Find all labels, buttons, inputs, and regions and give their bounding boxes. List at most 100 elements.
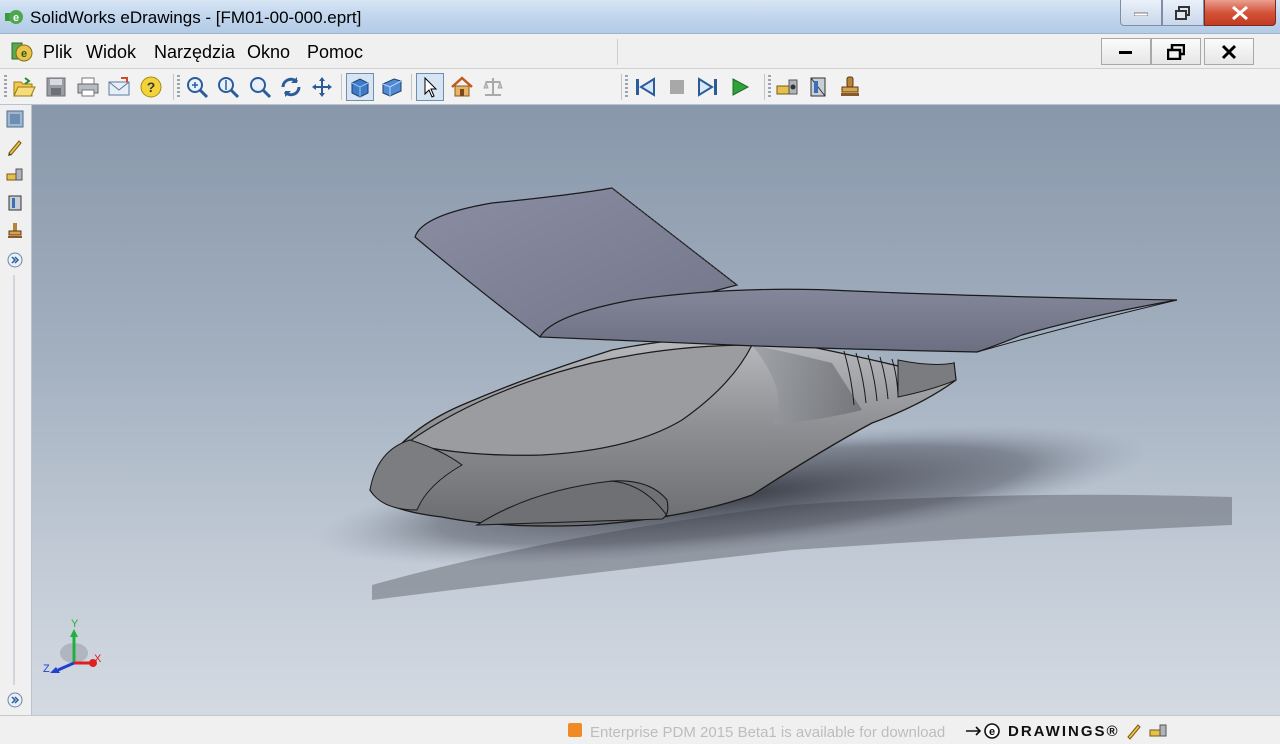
section-button[interactable] xyxy=(804,73,832,101)
svg-text:e: e xyxy=(21,48,27,60)
document-icon[interactable]: e xyxy=(10,40,34,64)
pan-button[interactable] xyxy=(308,73,336,101)
edrawings-app-icon[interactable]: e xyxy=(4,7,24,27)
toolbar-separator xyxy=(411,74,412,100)
markup-status-icon[interactable] xyxy=(1124,721,1144,741)
toolbar-grip[interactable] xyxy=(625,75,628,99)
open-button[interactable] xyxy=(10,73,38,101)
save-button[interactable] xyxy=(42,73,70,101)
save-icon xyxy=(46,77,66,97)
toolbar-separator xyxy=(764,74,765,100)
menu-narzedzia[interactable]: Narzędzia xyxy=(154,42,235,63)
section-icon xyxy=(810,77,826,97)
expand-bottom-icon xyxy=(7,692,23,708)
stamp-icon xyxy=(841,76,859,96)
document-restore-button[interactable] xyxy=(1151,38,1201,65)
zoom-in-out-icon xyxy=(218,77,240,99)
expand-bottom-button[interactable] xyxy=(4,689,26,711)
minimize-button[interactable] xyxy=(1120,0,1162,26)
open-icon xyxy=(13,77,36,97)
menu-widok[interactable]: Widok xyxy=(86,42,136,63)
main-toolbar: ? xyxy=(0,69,1280,105)
measure-status-icon[interactable] xyxy=(1148,721,1168,741)
home-button[interactable] xyxy=(448,73,476,101)
play-button[interactable] xyxy=(726,73,754,101)
play-icon xyxy=(732,78,750,96)
document-minimize-button[interactable] xyxy=(1101,38,1151,65)
toolbar-grip[interactable] xyxy=(4,75,7,99)
zoom-to-fit-button[interactable] xyxy=(183,73,211,101)
section-icon xyxy=(8,195,22,211)
document-close-button[interactable] xyxy=(1204,38,1254,65)
status-bar: Enterprise PDM 2015 Beta1 is available f… xyxy=(0,715,1280,744)
zoom-in-out-button[interactable] xyxy=(214,73,242,101)
rss-icon[interactable] xyxy=(568,723,582,737)
x-axis-label: X xyxy=(94,653,102,665)
menu-pomoc[interactable]: Pomoc xyxy=(307,42,363,63)
axis-triad: Y X Z xyxy=(43,618,102,675)
expand-icon xyxy=(7,252,23,268)
wing xyxy=(414,187,1178,353)
toolbar-grip[interactable] xyxy=(177,75,180,99)
toolbar-grip[interactable] xyxy=(768,75,771,99)
pan-icon xyxy=(312,77,332,97)
window-title: SolidWorks eDrawings - [FM01-00-000.eprt… xyxy=(30,8,362,27)
restore-icon xyxy=(1167,43,1185,60)
first-frame-button[interactable] xyxy=(631,73,659,101)
toolbar-separator xyxy=(341,74,342,100)
z-axis xyxy=(57,661,75,672)
shaded-icon xyxy=(351,78,369,98)
z-axis-label: Z xyxy=(43,663,50,675)
measure-side-button[interactable] xyxy=(4,164,26,186)
zoom-to-fit-icon xyxy=(187,77,209,99)
expand-panel-button[interactable] xyxy=(4,249,26,271)
stamp-icon xyxy=(8,223,22,238)
close-icon xyxy=(1221,44,1237,59)
markup-button[interactable] xyxy=(4,136,26,158)
zoom-to-area-button[interactable] xyxy=(246,73,274,101)
home-icon xyxy=(451,76,473,97)
svg-text:e: e xyxy=(13,12,19,24)
svg-text:e: e xyxy=(989,726,995,738)
mass-properties-button[interactable] xyxy=(479,73,507,101)
model-render: Y X Z xyxy=(43,187,1232,675)
print-button[interactable] xyxy=(74,73,102,101)
restore-button[interactable] xyxy=(1162,0,1204,26)
edrawings-logo: e DRAWINGS® xyxy=(966,720,1120,742)
menu-okno[interactable]: Okno xyxy=(247,42,290,63)
next-frame-button[interactable] xyxy=(694,73,722,101)
measure-button[interactable] xyxy=(773,73,801,101)
model-tree-button[interactable] xyxy=(4,108,26,130)
stamp-button[interactable] xyxy=(836,73,864,101)
stop-button[interactable] xyxy=(663,73,691,101)
rotate-button[interactable] xyxy=(277,73,305,101)
title-bar: e SolidWorks eDrawings - [FM01-00-000.ep… xyxy=(0,0,1280,34)
y-axis-label: Y xyxy=(71,618,79,630)
stop-icon xyxy=(670,80,684,94)
send-mail-icon xyxy=(108,77,130,96)
print-icon xyxy=(77,77,99,97)
model-tree-icon xyxy=(6,110,24,128)
perspective-button[interactable] xyxy=(378,73,406,101)
svg-text:?: ? xyxy=(147,79,156,95)
shaded-button[interactable] xyxy=(346,73,374,101)
minimize-icon xyxy=(1134,12,1148,16)
stamp-side-button[interactable] xyxy=(4,220,26,242)
download-notice[interactable]: Enterprise PDM 2015 Beta1 is available f… xyxy=(590,724,965,741)
perspective-icon xyxy=(382,78,402,97)
panel-rail xyxy=(13,275,15,685)
select-button[interactable] xyxy=(416,73,444,101)
help-button[interactable]: ? xyxy=(137,73,165,101)
minimize-icon xyxy=(1119,50,1132,54)
menu-plik[interactable]: Plik xyxy=(43,42,72,63)
section-side-button[interactable] xyxy=(4,192,26,214)
toolbar-separator xyxy=(173,74,174,100)
select-icon xyxy=(424,76,438,98)
first-frame-icon xyxy=(636,77,655,97)
markup-icon xyxy=(8,140,22,156)
menu-bar: e Plik Widok Narzędzia Okno Pomoc xyxy=(0,34,1280,69)
send-button[interactable] xyxy=(105,73,133,101)
close-button[interactable] xyxy=(1204,0,1276,26)
graphics-viewport[interactable]: Y X Z xyxy=(32,105,1280,715)
help-icon: ? xyxy=(140,76,162,98)
